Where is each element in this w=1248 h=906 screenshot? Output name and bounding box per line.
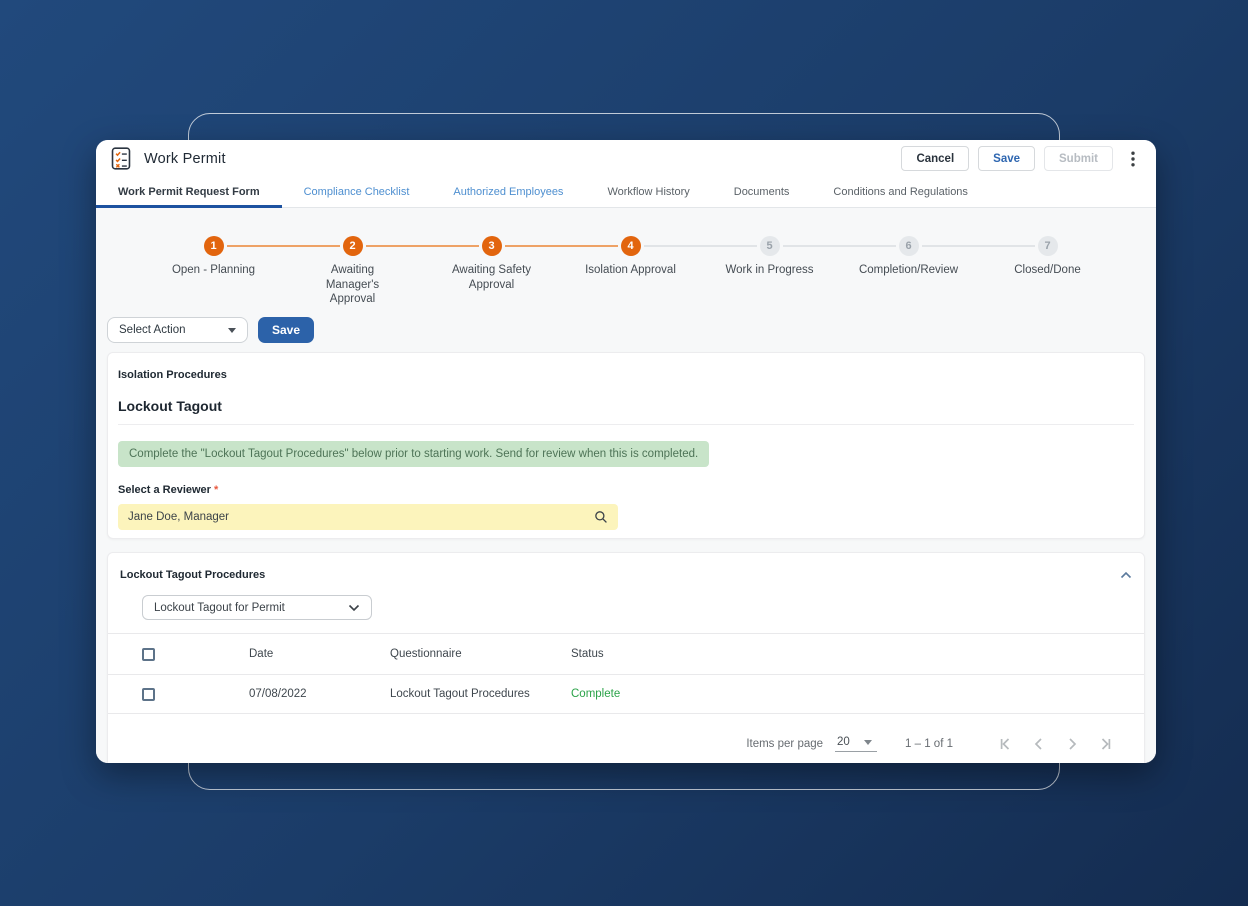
window-header: Work Permit Cancel Save Submit (96, 140, 1156, 177)
select-action-dropdown[interactable]: Select Action (107, 317, 248, 343)
paginator-nav (995, 733, 1116, 755)
panel-title: Lockout Tagout Procedures (120, 569, 265, 581)
cancel-button[interactable]: Cancel (901, 146, 969, 171)
header-checkbox-cell (142, 648, 249, 661)
step-label: Isolation Approval (561, 263, 700, 278)
save-button[interactable]: Save (978, 146, 1035, 171)
submit-button[interactable]: Submit (1044, 146, 1113, 171)
row-checkbox-cell (142, 688, 249, 701)
step-circle: 2 (343, 236, 363, 256)
column-header-status: Status (571, 648, 1144, 660)
caret-down-icon (864, 740, 872, 745)
work-permit-window: Work Permit Cancel Save Submit Work Perm… (96, 140, 1156, 763)
required-asterisk: * (214, 484, 218, 496)
procedure-template-dropdown[interactable]: Lockout Tagout for Permit (142, 595, 372, 620)
action-bar: Select Action Save (107, 317, 1156, 343)
next-page-icon[interactable] (1061, 733, 1083, 755)
step-label: Awaiting Manager's Approval (283, 263, 422, 307)
column-header-date: Date (249, 648, 390, 660)
cell-date: 07/08/2022 (249, 688, 390, 700)
column-header-questionnaire: Questionnaire (390, 648, 571, 660)
items-per-page-label: Items per page (746, 738, 823, 750)
tab-documents[interactable]: Documents (712, 177, 812, 207)
section-label: Isolation Procedures (118, 369, 1134, 381)
lockout-tagout-heading: Lockout Tagout (118, 398, 1134, 414)
step-circle: 4 (621, 236, 641, 256)
step-label: Work in Progress (700, 263, 839, 278)
reviewer-search-input[interactable]: Jane Doe, Manager (118, 504, 618, 530)
step-label: Closed/Done (978, 263, 1117, 278)
checklist-icon (110, 146, 132, 171)
previous-page-icon[interactable] (1028, 733, 1050, 755)
step-label: Awaiting Safety Approval (422, 263, 561, 292)
kebab-menu-icon[interactable] (1124, 147, 1142, 171)
reviewer-field-label: Select a Reviewer * (118, 484, 1134, 496)
step-closed-done: 7 Closed/Done (978, 236, 1117, 307)
paginator-range: 1 – 1 of 1 (905, 738, 953, 750)
form-content: 1 Open - Planning 2 Awaiting Manager's A… (96, 208, 1156, 763)
table-header-row: Date Questionnaire Status (108, 634, 1144, 675)
chevron-down-icon (348, 604, 360, 612)
info-banner: Complete the "Lockout Tagout Procedures"… (118, 441, 709, 467)
items-per-page-value: 20 (837, 736, 850, 748)
step-circle: 6 (899, 236, 919, 256)
tab-authorized-employees[interactable]: Authorized Employees (431, 177, 585, 207)
status-complete-link[interactable]: Complete (571, 688, 620, 700)
select-action-label: Select Action (119, 324, 185, 336)
header-actions: Cancel Save Submit (901, 146, 1142, 171)
first-page-icon[interactable] (995, 733, 1017, 755)
tab-workflow-history[interactable]: Workflow History (585, 177, 711, 207)
step-circle: 5 (760, 236, 780, 256)
step-circle: 1 (204, 236, 224, 256)
tab-compliance-checklist[interactable]: Compliance Checklist (282, 177, 432, 207)
tab-bar: Work Permit Request Form Compliance Chec… (96, 177, 1156, 208)
workflow-stepper: 1 Open - Planning 2 Awaiting Manager's A… (144, 236, 1117, 307)
procedure-template-value: Lockout Tagout for Permit (154, 602, 285, 614)
row-checkbox[interactable] (142, 688, 155, 701)
action-save-button[interactable]: Save (258, 317, 314, 343)
table-row: 07/08/2022 Lockout Tagout Procedures Com… (108, 675, 1144, 714)
lockout-tagout-procedures-panel: Lockout Tagout Procedures Lockout Tagout… (107, 552, 1145, 763)
tab-work-permit-request-form[interactable]: Work Permit Request Form (96, 177, 282, 207)
isolation-procedures-panel: Isolation Procedures Lockout Tagout Comp… (107, 352, 1145, 539)
search-icon[interactable] (594, 510, 608, 524)
step-circle: 7 (1038, 236, 1058, 256)
panel-header: Lockout Tagout Procedures (108, 563, 1144, 587)
items-per-page-select[interactable]: 20 (835, 736, 877, 752)
cell-status: Complete (571, 688, 1144, 700)
reviewer-value: Jane Doe, Manager (128, 511, 229, 523)
tab-conditions-and-regulations[interactable]: Conditions and Regulations (811, 177, 990, 207)
table-paginator: Items per page 20 1 – 1 of 1 (108, 714, 1144, 763)
chevron-up-icon[interactable] (1120, 571, 1132, 579)
step-label: Completion/Review (839, 263, 978, 278)
cell-questionnaire: Lockout Tagout Procedures (390, 688, 571, 700)
last-page-icon[interactable] (1094, 733, 1116, 755)
caret-down-icon (228, 328, 236, 333)
select-all-checkbox[interactable] (142, 648, 155, 661)
page-title: Work Permit (144, 151, 226, 167)
step-label: Open - Planning (144, 263, 283, 278)
step-circle: 3 (482, 236, 502, 256)
